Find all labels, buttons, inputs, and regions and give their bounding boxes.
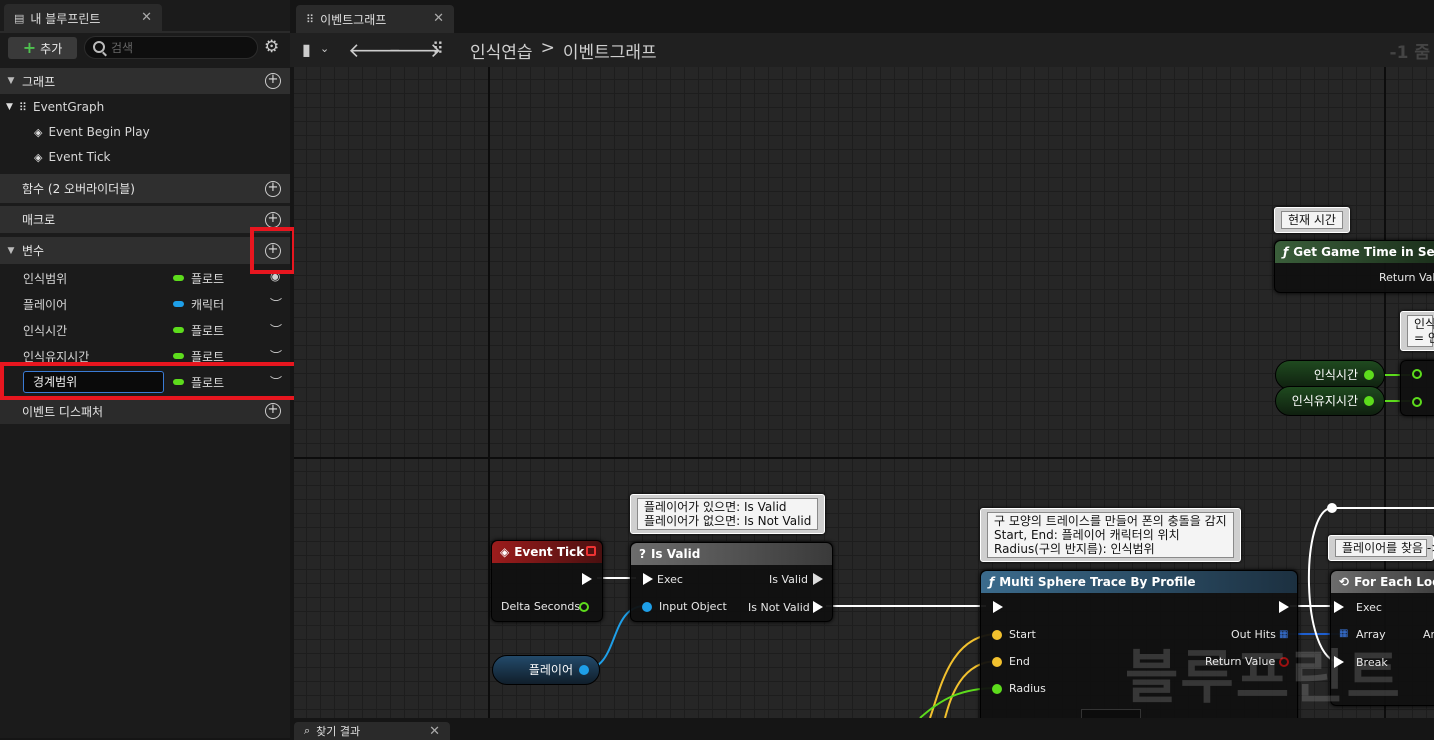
bottom-panel: ⌕ 찾기 결과 ✕ — [290, 718, 1434, 740]
vector-in-pin[interactable] — [992, 630, 1002, 640]
function-icon: ƒ — [1283, 245, 1289, 259]
pin-label: Radius — [1009, 682, 1046, 695]
pin-label: Arr — [1423, 628, 1434, 641]
close-icon[interactable]: ✕ — [429, 724, 440, 739]
node-header: ⟲ For Each Loop — [1331, 571, 1434, 593]
comment-line: Start, End: 플레이어 캐릭터의 위치 — [994, 528, 1180, 542]
comment-line: 플레이어를 찾음 -> — [1335, 539, 1434, 557]
comment-trace[interactable]: 구 모양의 트레이스를 만들어 폰의 충돌을 감지 Start, End: 플레이… — [980, 508, 1241, 562]
node-var-recognition-keep[interactable]: 인식유지시간 — [1275, 386, 1385, 416]
comment-line: Radius(구의 반지름): 인식범위 — [994, 542, 1155, 556]
node-title: For Each Loop — [1354, 575, 1434, 589]
search-icon: ⌕ — [304, 724, 311, 737]
float-in-pin[interactable] — [1412, 397, 1422, 407]
variable-label: 인식유지시간 — [1291, 394, 1358, 408]
node-is-valid[interactable]: ? Is Valid Exec Is Valid Input Object Is… — [630, 542, 833, 622]
node-event-tick[interactable]: ◈ Event Tick Delta Seconds — [491, 540, 603, 622]
float-in-pin[interactable] — [992, 684, 1002, 694]
float-out-pin[interactable] — [579, 602, 589, 612]
event-icon: ◈ — [500, 545, 510, 559]
node-header: ƒ Get Game Time in Second — [1275, 241, 1434, 263]
object-out-pin[interactable] — [579, 665, 589, 675]
tab-label: 찾기 결과 — [316, 725, 361, 738]
comment-line: 플레이어가 있으면: Is Valid — [644, 500, 787, 514]
watermark: 블루프린트 — [1125, 643, 1402, 711]
comment-is-valid[interactable]: 플레이어가 있으면: Is Valid 플레이어가 없으면: Is Not Val… — [630, 494, 826, 534]
comment-current-time[interactable]: 현재 시간 — [1274, 207, 1350, 233]
exec-in-pin[interactable] — [643, 573, 653, 585]
comment-found-player[interactable]: 플레이어를 찾음 -> — [1328, 535, 1434, 561]
pin-label: Return Valu — [1379, 271, 1434, 284]
pin-label: Is Valid — [769, 573, 808, 586]
exec-out-pin[interactable] — [813, 601, 823, 613]
comment-top-right[interactable]: 인식= 인식 — [1400, 311, 1434, 351]
node-header: ? Is Valid — [631, 543, 832, 565]
comment-line: = 인식 — [1414, 331, 1434, 345]
delegate-pin-icon[interactable] — [586, 546, 596, 556]
tab-find-results[interactable]: ⌕ 찾기 결과 ✕ — [294, 722, 450, 740]
pin-label: Input Object — [659, 600, 727, 613]
node-header: ◈ Event Tick — [492, 541, 602, 563]
node-title: Is Valid — [650, 547, 701, 561]
variable-label: 플레이어 — [528, 663, 573, 677]
node-title: Get Game Time in Second — [1293, 245, 1434, 259]
comment-line: 인식 — [1414, 317, 1434, 331]
function-icon: ƒ — [989, 575, 995, 589]
node-get-game-time[interactable]: ƒ Get Game Time in Second Return Valu — [1274, 240, 1434, 293]
comment-line: 현재 시간 — [1281, 211, 1343, 229]
question-icon: ? — [639, 547, 646, 561]
pin-label: Exec — [1356, 601, 1382, 614]
comment-line: 플레이어가 없으면: Is Not Valid — [644, 514, 812, 528]
node-title: Event Tick — [514, 545, 585, 559]
exec-in-pin[interactable] — [993, 601, 1003, 613]
object-in-pin[interactable] — [642, 602, 652, 612]
node-header: ƒ Multi Sphere Trace By Profile — [981, 571, 1297, 593]
node-player-variable[interactable]: 플레이어 — [492, 655, 600, 685]
exec-out-pin[interactable] — [1279, 601, 1289, 613]
variable-label: 인식시간 — [1313, 368, 1358, 382]
float-out-pin[interactable] — [1364, 396, 1374, 406]
exec-in-pin[interactable] — [1334, 601, 1344, 613]
exec-out-pin[interactable] — [582, 573, 592, 585]
float-out-pin[interactable] — [1364, 370, 1374, 380]
node-subtract[interactable] — [1400, 360, 1434, 416]
exec-out-pin[interactable] — [813, 573, 823, 585]
float-in-pin[interactable] — [1412, 369, 1422, 379]
vector-in-pin[interactable] — [992, 657, 1002, 667]
loop-icon: ⟲ — [1339, 575, 1350, 589]
pin-label: Is Not Valid — [748, 601, 810, 614]
comment-line: 구 모양의 트레이스를 만들어 폰의 충돌을 감지 — [994, 514, 1227, 528]
pin-label: End — [1009, 655, 1030, 668]
node-title: Multi Sphere Trace By Profile — [999, 575, 1196, 589]
pin-label: Delta Seconds — [501, 600, 581, 613]
pin-label: Start — [1009, 628, 1036, 641]
pin-label: Exec — [657, 573, 683, 586]
